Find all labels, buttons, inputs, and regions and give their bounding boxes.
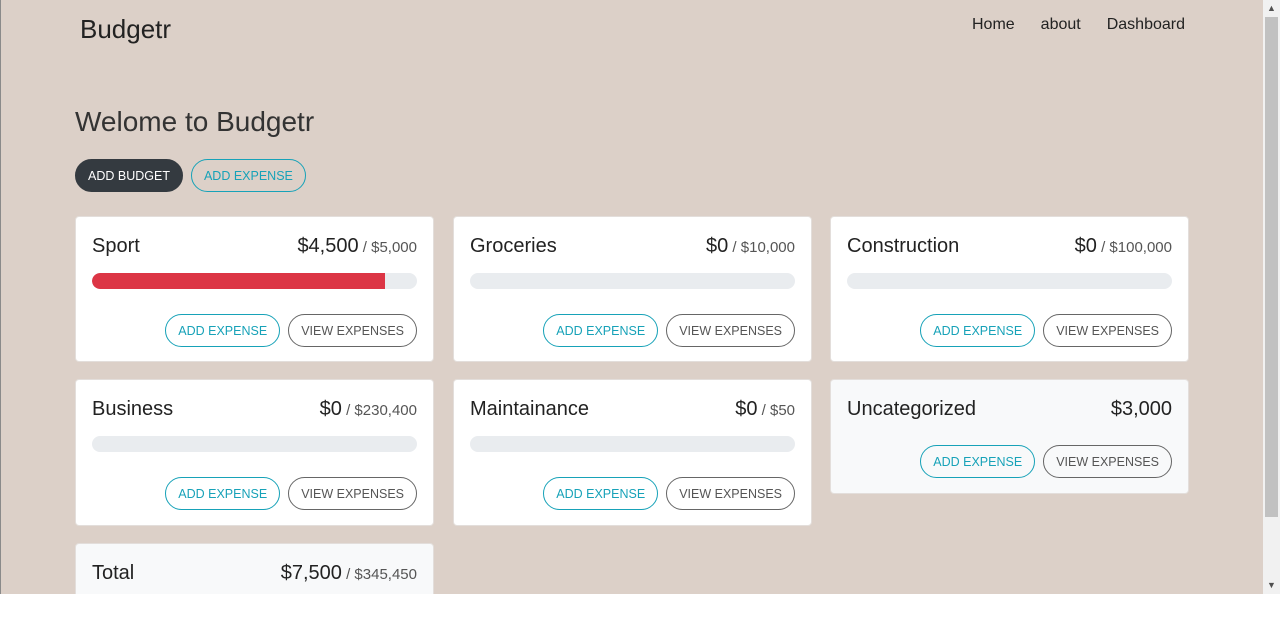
card-add-expense-button[interactable]: ADD EXPENSE [543,314,659,347]
total-card: Total $7,500 / $345,450 [75,543,434,594]
scroll-thumb[interactable] [1265,17,1278,517]
budget-name: Business [92,398,174,420]
budget-spent: $4,500 [297,235,359,257]
budget-spent: $3,000 [1110,398,1172,420]
budget-card-sport: Sport $4,500 / $5,000 ADD EXPENSE VIEW E… [75,216,434,362]
card-view-expenses-button[interactable]: VIEW EXPENSES [1043,445,1172,478]
budget-name: Uncategorized [847,398,976,420]
card-view-expenses-button[interactable]: VIEW EXPENSES [666,477,795,510]
card-add-expense-button[interactable]: ADD EXPENSE [920,314,1036,347]
budget-card-maintainance: Maintainance $0 / $50 ADD EXPENSE VIEW E… [453,379,812,526]
total-limit: / $345,450 [341,566,417,583]
budget-progress-bar [470,273,795,289]
total-label: Total [92,562,135,584]
card-view-expenses-button[interactable]: VIEW EXPENSES [288,477,417,510]
card-view-expenses-button[interactable]: VIEW EXPENSES [666,314,795,347]
scroll-down-arrow-icon[interactable]: ▼ [1263,577,1280,594]
browser-viewport: Budgetr Home about Dashboard Welome to B… [0,0,1280,594]
page-actions: ADD BUDGET ADD EXPENSE [75,159,306,192]
budget-card-construction: Construction $0 / $100,000 ADD EXPENSE V… [830,216,1189,362]
budget-spent: $0 [319,398,342,420]
budget-limit: / $100,000 [1096,239,1172,256]
budget-name: Sport [92,235,140,257]
budget-name: Groceries [470,235,557,257]
budget-limit: / $10,000 [728,239,795,256]
budget-limit: / $50 [757,402,795,419]
add-expense-button[interactable]: ADD EXPENSE [190,159,306,192]
brand-logo[interactable]: Budgetr [80,14,171,45]
budget-progress-bar [92,436,417,452]
budget-spent: $0 [735,398,758,420]
top-nav: Home about Dashboard [972,16,1185,34]
card-add-expense-button[interactable]: ADD EXPENSE [165,477,281,510]
add-budget-button[interactable]: ADD BUDGET [75,159,183,192]
card-add-expense-button[interactable]: ADD EXPENSE [543,477,659,510]
nav-dashboard[interactable]: Dashboard [1107,16,1185,34]
budget-name: Maintainance [470,398,589,420]
budget-progress-fill [92,273,385,289]
card-add-expense-button[interactable]: ADD EXPENSE [165,314,281,347]
card-view-expenses-button[interactable]: VIEW EXPENSES [288,314,417,347]
budget-name: Construction [847,235,960,257]
scroll-up-arrow-icon[interactable]: ▲ [1263,0,1280,17]
vertical-scrollbar[interactable]: ▲ ▼ [1263,0,1280,594]
total-spent: $7,500 [280,562,342,584]
budget-card-business: Business $0 / $230,400 ADD EXPENSE VIEW … [75,379,434,526]
card-view-expenses-button[interactable]: VIEW EXPENSES [1043,314,1172,347]
nav-home[interactable]: Home [972,16,1015,34]
budget-progress-bar [470,436,795,452]
nav-about[interactable]: about [1041,16,1081,34]
budget-card-uncategorized: Uncategorized $3,000 ADD EXPENSE VIEW EX… [830,379,1189,494]
page-title: Welome to Budgetr [75,106,315,137]
budget-card-groceries: Groceries $0 / $10,000 ADD EXPENSE VIEW … [453,216,812,362]
card-add-expense-button[interactable]: ADD EXPENSE [920,445,1036,478]
budget-progress-bar [847,273,1172,289]
budget-spent: $0 [1074,235,1097,257]
budget-spent: $0 [706,235,729,257]
budget-limit: / $5,000 [358,239,417,256]
budget-progress-bar [92,273,417,289]
budget-limit: / $230,400 [341,402,417,419]
